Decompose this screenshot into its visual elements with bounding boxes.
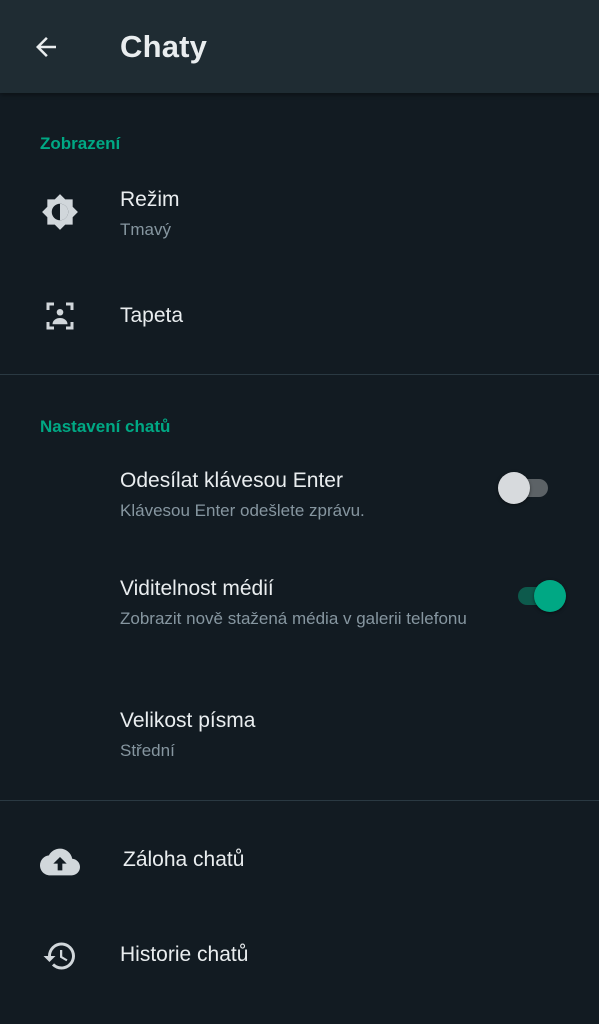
- setting-wallpaper[interactable]: Tapeta: [0, 280, 599, 354]
- section-header-chat-settings: Nastavení chatů: [40, 417, 171, 436]
- page-title: Chaty: [120, 29, 208, 64]
- setting-enter-send-title: Odesílat klávesou Enter: [120, 469, 343, 492]
- wallpaper-icon: [38, 294, 82, 338]
- setting-font-size-value: Střední: [120, 741, 175, 760]
- setting-media-visibility-description: Zobrazit nově stažená média v galerii te…: [120, 609, 467, 628]
- setting-theme[interactable]: Režim Tmavý: [0, 168, 599, 260]
- history-icon: [38, 934, 82, 978]
- setting-enter-send[interactable]: Odesílat klávesou Enter Klávesou Enter o…: [0, 455, 599, 535]
- media-visibility-toggle[interactable]: [510, 575, 566, 615]
- setting-media-visibility-title: Viditelnost médií: [120, 577, 274, 600]
- cloud-upload-icon: [38, 840, 82, 884]
- setting-chat-history[interactable]: Historie chatů: [0, 922, 599, 996]
- app-bar: Chaty: [0, 0, 599, 93]
- setting-chat-history-title: Historie chatů: [120, 943, 249, 966]
- section-header-display: Zobrazení: [40, 134, 121, 153]
- setting-theme-title: Režim: [120, 188, 180, 211]
- setting-chat-backup[interactable]: Záloha chatů: [0, 826, 599, 900]
- divider: [0, 374, 599, 375]
- enter-send-toggle[interactable]: [498, 467, 554, 507]
- setting-media-visibility[interactable]: Viditelnost médií Zobrazit nově stažená …: [0, 562, 599, 672]
- setting-theme-value: Tmavý: [120, 220, 171, 239]
- setting-chat-backup-title: Záloha chatů: [123, 848, 245, 871]
- setting-wallpaper-title: Tapeta: [120, 304, 184, 327]
- toggle-thumb: [498, 472, 530, 504]
- back-button[interactable]: [22, 25, 70, 69]
- setting-font-size-title: Velikost písma: [120, 709, 256, 732]
- arrow-left-icon: [36, 37, 56, 57]
- toggle-thumb: [534, 580, 566, 612]
- setting-font-size[interactable]: Velikost písma Střední: [0, 692, 599, 780]
- divider: [0, 800, 599, 801]
- setting-enter-send-description: Klávesou Enter odešlete zprávu.: [120, 501, 365, 520]
- brightness-icon: [38, 190, 82, 234]
